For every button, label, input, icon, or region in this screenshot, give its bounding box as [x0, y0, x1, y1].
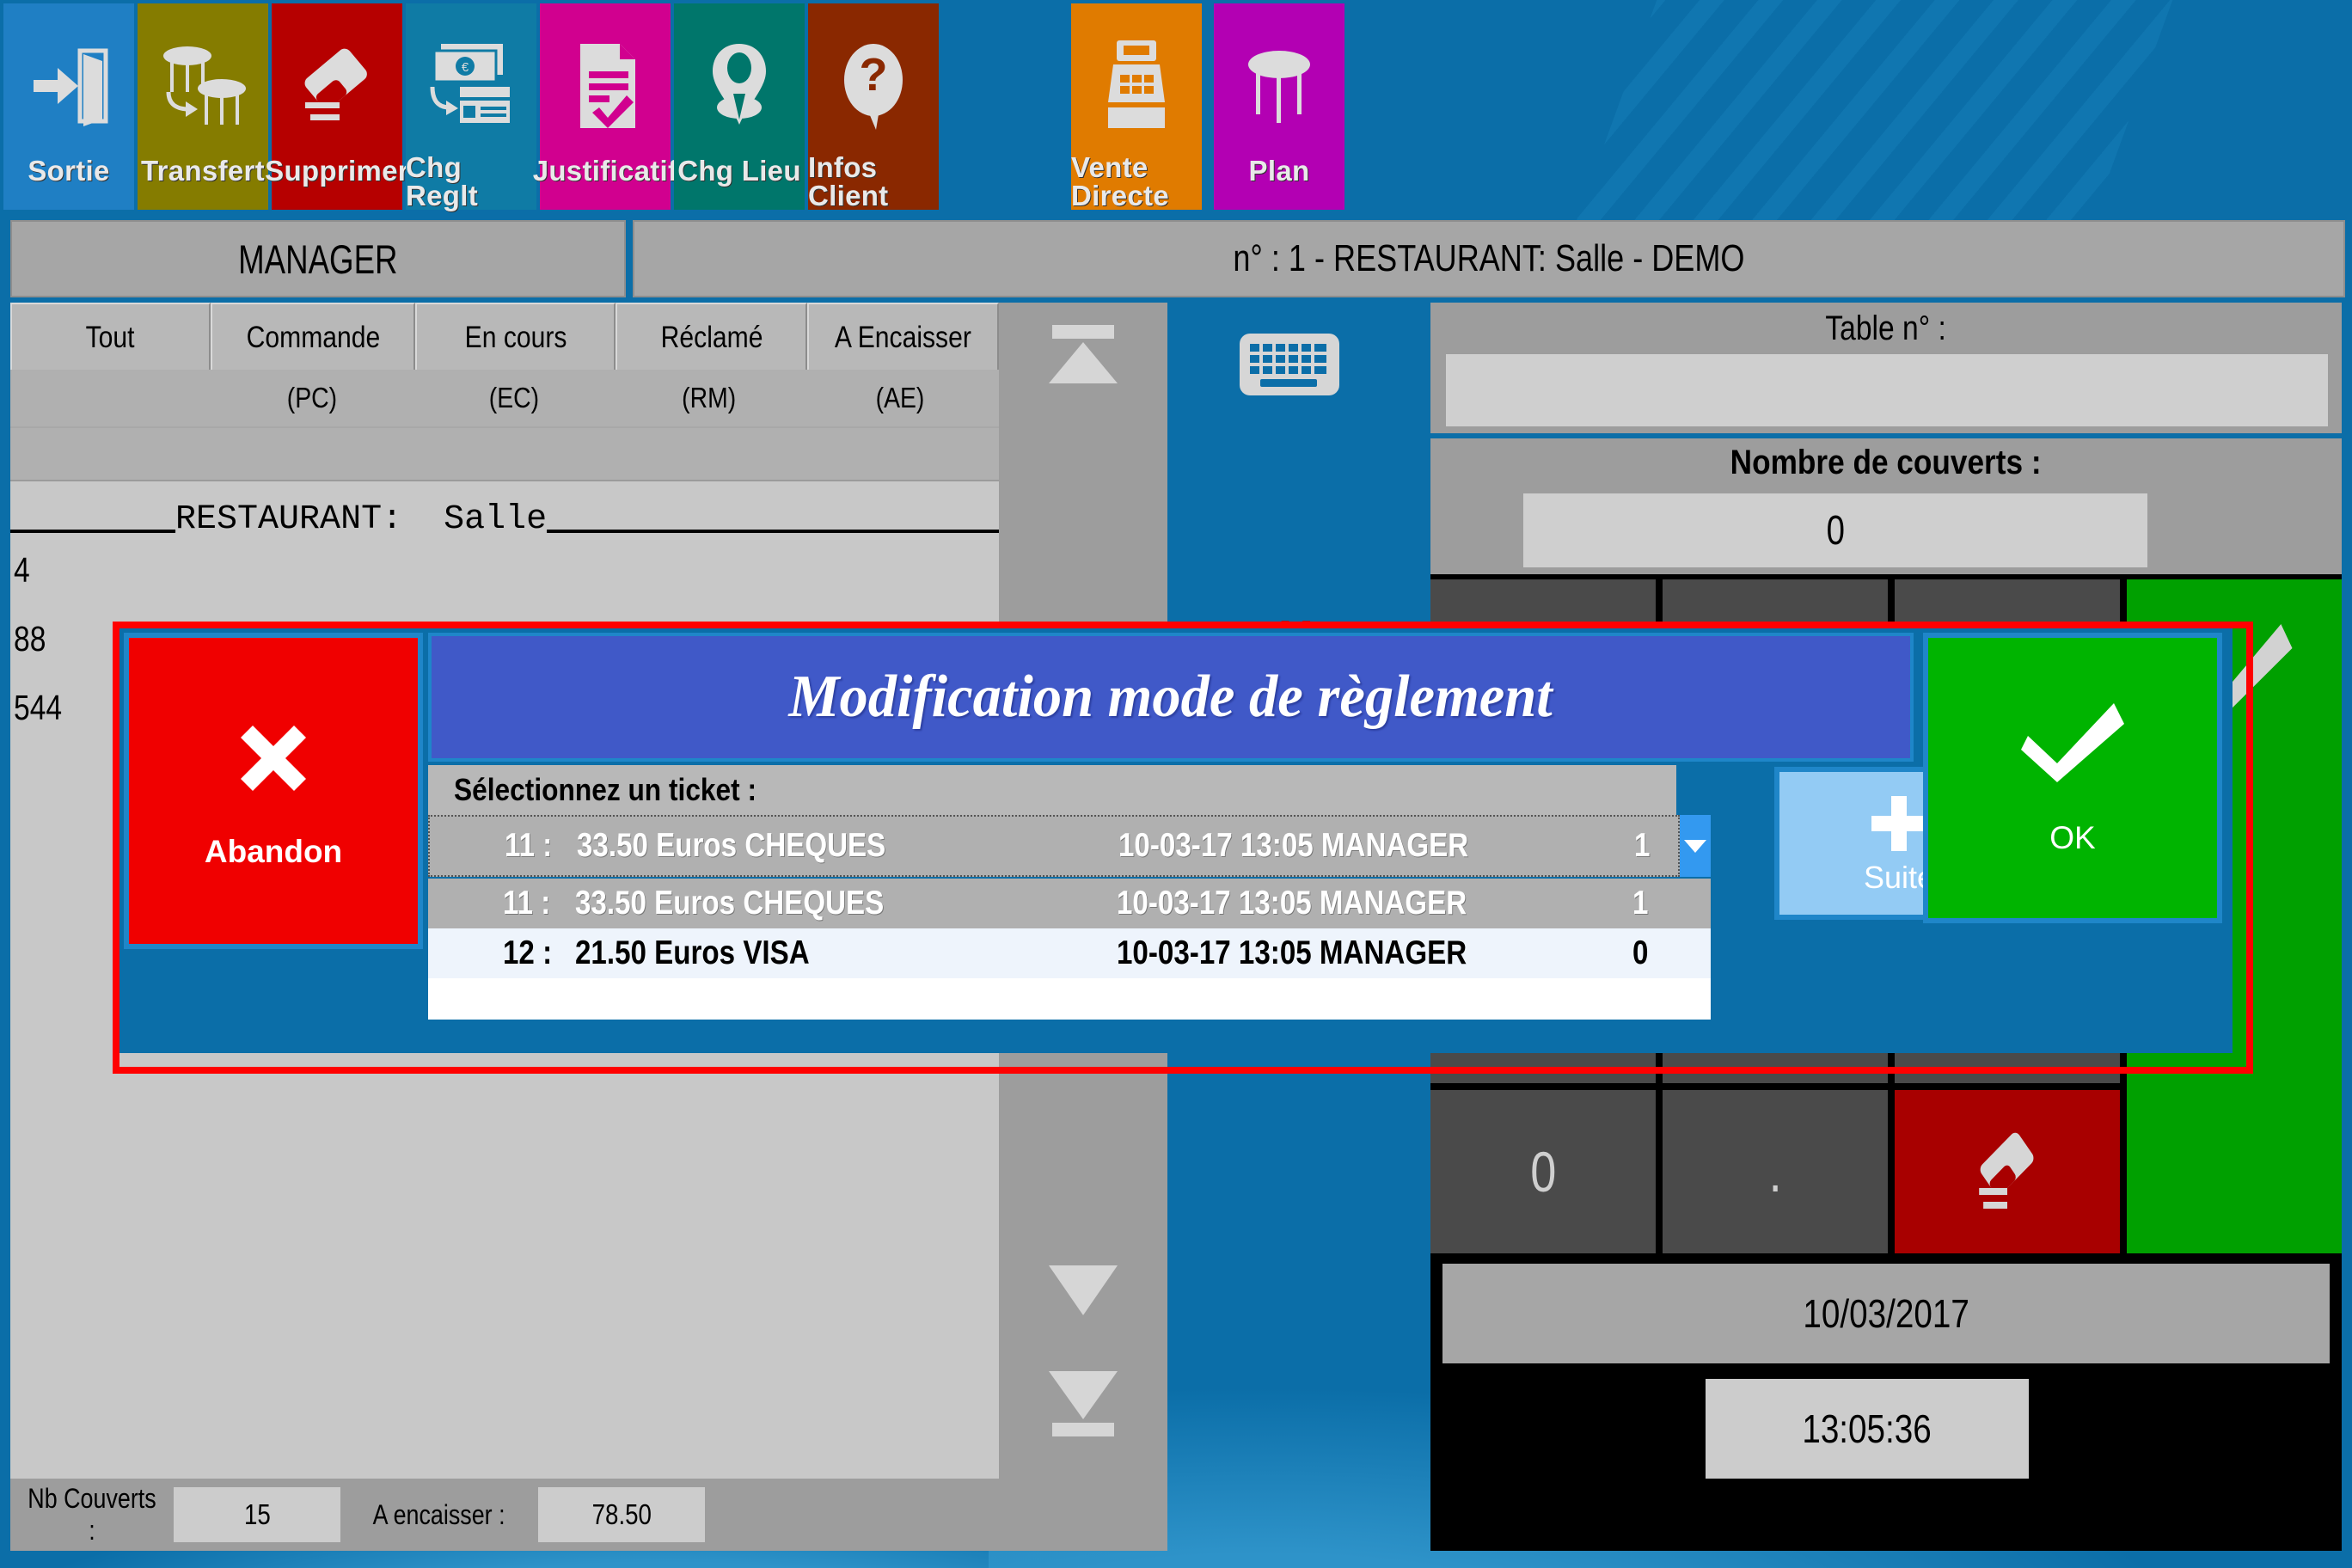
- list-header-spacer: [10, 428, 999, 480]
- modal-title: Modification mode de règlement: [428, 633, 1914, 762]
- modal-title-label: Modification mode de règlement: [788, 664, 1553, 730]
- list-item[interactable]: 4: [14, 550, 30, 591]
- tab-reclame[interactable]: Réclamé: [616, 303, 808, 371]
- receipt-check-icon: [558, 17, 652, 155]
- table-number-label: Table n° :: [1825, 309, 1947, 347]
- keypad-key-erase[interactable]: [1895, 1090, 2120, 1253]
- abandon-button[interactable]: Abandon: [124, 633, 423, 949]
- top-toolbar: Sortie Transfert Supprimer € Chg Reglt J…: [0, 0, 2352, 213]
- list-status-bar: Nb Couverts : 15 A encaisser : 78.50: [10, 1479, 1167, 1551]
- page-title: n° : 1 - RESTAURANT: Salle - DEMO: [633, 220, 2345, 297]
- tab-label: Commande: [246, 321, 380, 354]
- keypad-key-decimal[interactable]: .: [1663, 1090, 1888, 1253]
- pos-application: Sortie Transfert Supprimer € Chg Reglt J…: [0, 0, 2352, 1568]
- toolbar-label: Transfert: [141, 155, 265, 187]
- check-icon: [2021, 700, 2124, 782]
- tab-label: Tout: [85, 321, 135, 354]
- svg-text:?: ?: [860, 49, 888, 101]
- tab-a-encaisser[interactable]: A Encaisser: [807, 303, 1000, 371]
- tab-tout[interactable]: Tout: [10, 303, 211, 371]
- tab-label: A Encaisser: [835, 321, 972, 354]
- toolbar-label: Justificatif: [532, 155, 678, 187]
- filter-tabs: Tout Commande En cours Réclamé A Encaiss…: [10, 303, 1000, 371]
- table-number-group: Table n° :: [1430, 303, 2342, 438]
- table-transfer-icon: [151, 17, 254, 155]
- payment-change-icon: €: [420, 17, 522, 151]
- toolbar-button-transfert[interactable]: Transfert: [138, 3, 268, 210]
- tab-code-ae: (AE): [875, 382, 925, 413]
- tab-code-rm: (RM): [682, 382, 737, 413]
- covers-group: Nombre de couverts : 0: [1430, 438, 2342, 574]
- covers-count-input[interactable]: 0: [1523, 493, 2147, 567]
- covers-value: 15: [174, 1487, 340, 1542]
- current-time: 13:05:36: [1706, 1379, 2029, 1479]
- dropdown-empty-area: [428, 978, 1711, 1020]
- scroll-down-icon[interactable]: [1028, 1248, 1138, 1334]
- cross-icon: [227, 712, 320, 805]
- toolbar-label: Sortie: [28, 155, 110, 187]
- plus-icon: [1866, 791, 1932, 856]
- toolbar-button-plan[interactable]: Plan: [1214, 3, 1344, 210]
- covers-count-label: Nombre de couverts :: [1730, 444, 2042, 481]
- toolbar-label: Vente Directe: [1071, 151, 1169, 211]
- payment-method-modal: Abandon Modification mode de règlement S…: [119, 628, 2233, 1053]
- toolbar-label: Supprimer: [265, 155, 409, 187]
- toolbar-button-chg-reglt[interactable]: € Chg Reglt: [406, 3, 536, 210]
- list-item[interactable]: 88: [14, 619, 46, 659]
- question-bubble-icon: ?: [826, 17, 921, 151]
- svg-text:€: €: [462, 60, 469, 75]
- header-bar: MANAGER n° : 1 - RESTAURANT: Salle - DEM…: [0, 220, 2352, 297]
- total-label: A encaisser :: [373, 1498, 505, 1530]
- toolbar-button-justificatif[interactable]: Justificatif: [533, 3, 677, 210]
- page-title-label: n° : 1 - RESTAURANT: Salle - DEMO: [1233, 237, 1745, 279]
- eraser-icon: [1965, 1124, 2049, 1219]
- tab-label: En cours: [464, 321, 567, 354]
- toolbar-button-infos-client[interactable]: ? Infos Client: [808, 3, 939, 210]
- ok-button[interactable]: OK: [1923, 633, 2222, 923]
- keyboard-icon[interactable]: [1238, 330, 1341, 402]
- scroll-to-bottom-icon[interactable]: [1028, 1362, 1138, 1448]
- toolbar-button-chg-lieu[interactable]: Chg Lieu: [674, 3, 805, 210]
- list-item[interactable]: 544: [14, 688, 62, 728]
- toolbar-label: Chg Lieu: [677, 155, 801, 187]
- keypad-key-0[interactable]: 0: [1430, 1090, 1656, 1253]
- toolbar-label: Chg Reglt: [406, 151, 478, 211]
- tab-commande[interactable]: Commande: [210, 303, 416, 371]
- ok-label: OK: [2049, 820, 2096, 855]
- table-number-input[interactable]: [1446, 354, 2328, 426]
- tab-code-ec: (EC): [488, 382, 540, 413]
- toolbar-label: Infos Client: [808, 151, 889, 211]
- list-group-label: RESTAURANT: Salle: [175, 499, 548, 539]
- total-value: 78.50: [538, 1487, 705, 1542]
- ticket-option-row[interactable]: 12 :21.50 Euros VISA 10-03-17 13:05 MANAG…: [428, 928, 1711, 978]
- current-date: 10/03/2017: [1442, 1264, 2330, 1363]
- tab-code-pc: (PC): [286, 382, 338, 413]
- cash-register-icon: [1089, 17, 1184, 151]
- toolbar-button-sortie[interactable]: Sortie: [3, 3, 134, 210]
- scroll-to-top-icon[interactable]: [1028, 311, 1138, 397]
- toolbar-button-supprimer[interactable]: Supprimer: [265, 3, 409, 210]
- round-table-icon: [1232, 17, 1326, 155]
- map-pin-icon: [692, 17, 787, 155]
- covers-label: Nb Couverts :: [28, 1483, 156, 1546]
- toolbar-label: Plan: [1248, 155, 1310, 187]
- exit-door-icon: [21, 17, 116, 155]
- current-user-field[interactable]: MANAGER: [10, 220, 626, 297]
- abandon-label: Abandon: [204, 834, 343, 869]
- eraser-icon: [290, 17, 384, 155]
- toolbar-button-vente-directe[interactable]: Vente Directe: [1071, 3, 1202, 210]
- tab-en-cours[interactable]: En cours: [415, 303, 616, 371]
- list-group-header: ________ RESTAURANT: Salle _______________…: [10, 499, 1105, 539]
- current-user-label: MANAGER: [238, 236, 398, 282]
- tab-label: Réclamé: [660, 321, 763, 354]
- filter-tab-codes: (PC) (EC) (RM) (AE): [10, 370, 999, 426]
